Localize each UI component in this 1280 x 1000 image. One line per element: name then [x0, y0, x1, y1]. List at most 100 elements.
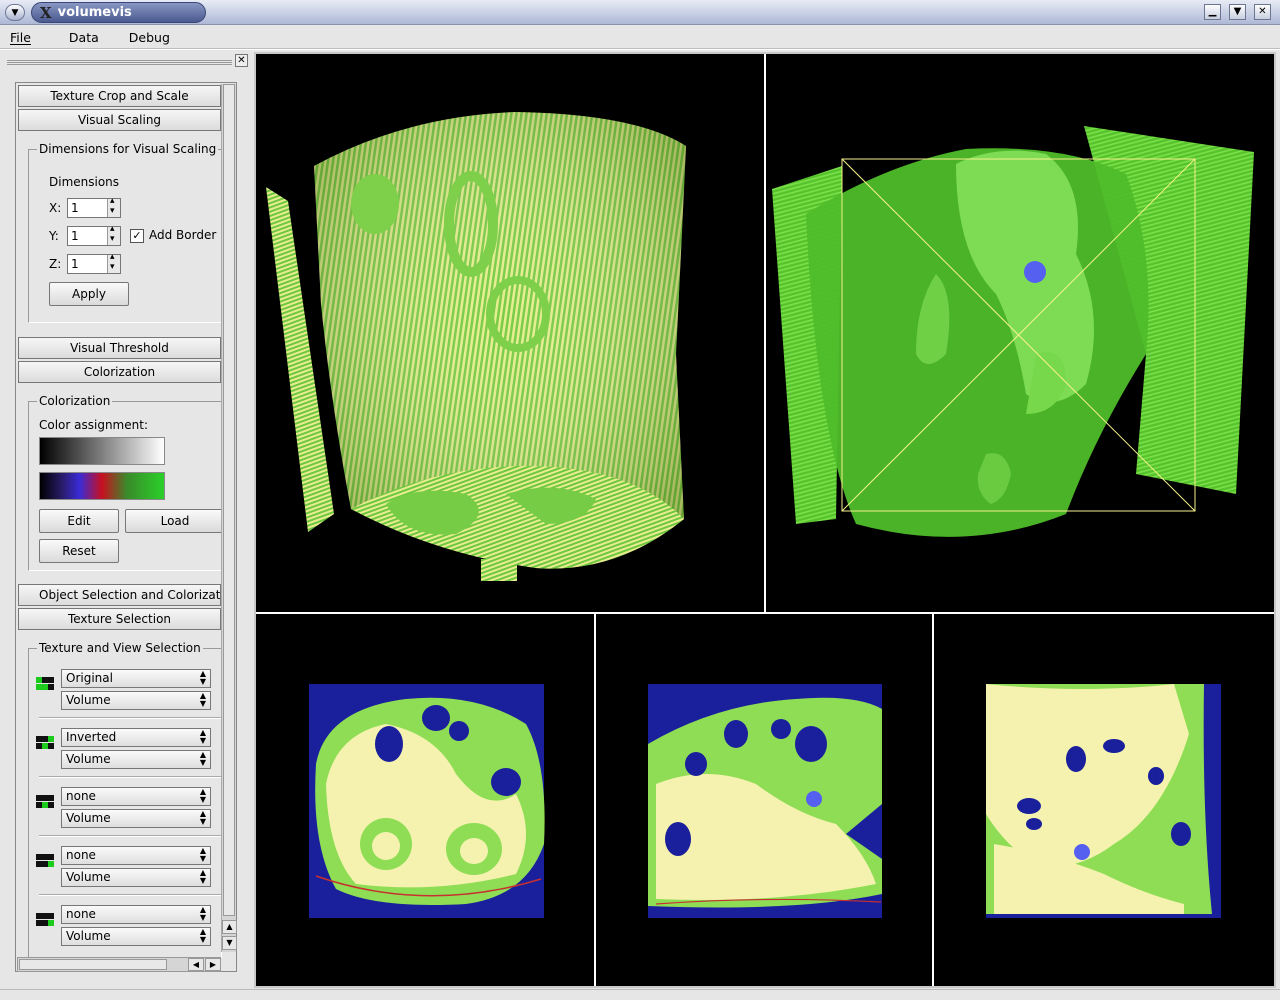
title-bar: ▼ X volumevis ▁ ▼ ✕ — [0, 0, 1280, 25]
updown-icon: ▲ ▼ — [199, 669, 207, 686]
section-colorization[interactable]: Colorization — [18, 361, 221, 383]
status-bar — [0, 989, 1280, 1000]
apply-button[interactable]: Apply — [49, 282, 129, 306]
panel-horizontal-scrollbar[interactable]: ◀ ▶ — [17, 957, 221, 972]
updown-icon: ▲ ▼ — [199, 905, 207, 922]
texture-view-group-title: Texture and View Selection — [37, 641, 203, 655]
view-select-2-value: Volume — [66, 752, 111, 766]
grayscale-ramp — [39, 437, 165, 465]
viewport-axial-slice[interactable] — [256, 614, 594, 986]
viewport-coronal-slice[interactable] — [934, 614, 1274, 986]
updown-icon: ▲ ▼ — [199, 927, 207, 944]
section-object-selection[interactable]: Object Selection and Colorizatio — [18, 584, 221, 606]
add-border-label: Add Border — [149, 228, 217, 242]
row-divider — [39, 894, 223, 896]
z-value: 1 — [71, 257, 79, 271]
load-button[interactable]: Load — [125, 509, 225, 533]
view-layout-icon — [36, 795, 54, 809]
row-divider — [39, 776, 223, 778]
texture-select-5[interactable]: none ▲ ▼ — [61, 905, 211, 924]
viewport-3d-left[interactable] — [256, 54, 764, 612]
spin-arrows-icon[interactable] — [107, 252, 120, 273]
y-spinbox[interactable]: 1 — [67, 224, 121, 246]
viewport-sagittal-slice[interactable] — [596, 614, 932, 986]
section-visual-scaling[interactable]: Visual Scaling — [18, 109, 221, 131]
updown-icon: ▲ ▼ — [199, 750, 207, 767]
colorization-group: Colorization Color assignment: Edit Load… — [28, 394, 225, 571]
view-layout-icon — [36, 854, 54, 868]
selection-marker[interactable] — [1074, 844, 1090, 860]
chevron-down-icon: ▼ — [11, 7, 19, 18]
menu-file[interactable]: File — [2, 30, 39, 45]
texture-select-2[interactable]: Inverted ▲ ▼ — [61, 728, 211, 747]
dock-grip[interactable] — [7, 60, 232, 65]
scroll-up-arrow[interactable]: ▲ — [222, 920, 237, 934]
scroll-right-arrow[interactable]: ▶ — [205, 958, 221, 971]
scaling-group-title: Dimensions for Visual Scaling — [37, 142, 219, 156]
viewport-3d-right[interactable] — [766, 54, 1274, 612]
z-spinbox[interactable]: 1 — [67, 252, 121, 274]
updown-icon: ▲ ▼ — [199, 728, 207, 745]
maximize-icon: ▼ — [1233, 6, 1242, 17]
updown-icon: ▲ ▼ — [199, 691, 207, 708]
minimize-button[interactable]: ▁ — [1204, 4, 1221, 20]
selection-marker[interactable] — [806, 791, 822, 807]
row-divider — [39, 835, 223, 837]
window-menu-button[interactable]: ▼ — [5, 4, 25, 21]
maximize-button[interactable]: ▼ — [1229, 4, 1246, 20]
spin-arrows-icon[interactable] — [107, 224, 120, 245]
view-select-4[interactable]: Volume ▲ ▼ — [61, 868, 211, 887]
menu-data[interactable]: Data — [61, 30, 107, 45]
y-value: 1 — [71, 229, 79, 243]
view-select-3-value: Volume — [66, 811, 111, 825]
texture-select-1[interactable]: Original ▲ ▼ — [61, 669, 211, 688]
updown-icon: ▲ ▼ — [199, 846, 207, 863]
x-spinbox[interactable]: 1 — [67, 196, 121, 218]
menu-debug[interactable]: Debug — [121, 30, 178, 45]
window-title-text: volumevis — [57, 5, 132, 20]
menu-separator — [0, 48, 1280, 50]
section-visual-threshold[interactable]: Visual Threshold — [18, 337, 221, 359]
section-texture-selection[interactable]: Texture Selection — [18, 608, 221, 630]
row-divider — [39, 717, 223, 719]
texture-select-3[interactable]: none ▲ ▼ — [61, 787, 211, 806]
x-value: 1 — [71, 201, 79, 215]
updown-icon: ▲ ▼ — [199, 868, 207, 885]
x11-logo-icon: X — [40, 3, 52, 22]
texture-select-2-value: Inverted — [66, 730, 117, 744]
view-layout-icon — [36, 736, 54, 750]
coronal-slice-image — [986, 684, 1221, 918]
view-select-1[interactable]: Volume ▲ ▼ — [61, 691, 211, 710]
selection-marker[interactable] — [1024, 261, 1046, 283]
dimensions-label: Dimensions — [49, 175, 120, 189]
vertical-scroll-thumb[interactable] — [223, 84, 235, 916]
color-assignment-label: Color assignment: — [39, 418, 148, 432]
reset-button[interactable]: Reset — [39, 539, 119, 563]
texture-select-5-value: none — [66, 907, 96, 921]
horizontal-scroll-thumb[interactable] — [19, 959, 167, 970]
view-select-1-value: Volume — [66, 693, 111, 707]
scroll-down-arrow[interactable]: ▼ — [222, 936, 237, 950]
colorization-group-title: Colorization — [37, 394, 113, 408]
add-border-checkbox[interactable]: ✓ — [130, 229, 144, 243]
updown-icon: ▲ ▼ — [199, 787, 207, 804]
edit-button[interactable]: Edit — [39, 509, 119, 533]
section-texture-crop[interactable]: Texture Crop and Scale — [18, 85, 221, 107]
volume-render-interior — [772, 126, 1254, 537]
texture-select-4-value: none — [66, 848, 96, 862]
updown-icon: ▲ ▼ — [199, 809, 207, 826]
spin-arrows-icon[interactable] — [107, 196, 120, 217]
control-panel: ✕ Texture Crop and Scale Visual Scaling … — [3, 52, 250, 975]
color-ramp[interactable] — [39, 472, 165, 500]
view-select-2[interactable]: Volume ▲ ▼ — [61, 750, 211, 769]
close-window-button[interactable]: ✕ — [1254, 4, 1271, 20]
view-select-3[interactable]: Volume ▲ ▼ — [61, 809, 211, 828]
texture-select-4[interactable]: none ▲ ▼ — [61, 846, 211, 865]
scroll-left-arrow[interactable]: ◀ — [188, 958, 204, 971]
view-layout-icon — [36, 677, 54, 691]
close-panel-button[interactable]: ✕ — [235, 54, 248, 67]
panel-vertical-scrollbar[interactable]: ▲ ▼ — [221, 84, 237, 952]
view-select-5[interactable]: Volume ▲ ▼ — [61, 927, 211, 946]
sagittal-slice-image — [648, 684, 882, 918]
view-select-4-value: Volume — [66, 870, 111, 884]
